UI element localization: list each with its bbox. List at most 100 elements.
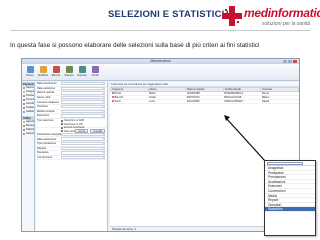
ribbon-button-label: Stampa xyxy=(64,74,74,77)
close-window-button[interactable] xyxy=(293,60,297,63)
ribbon-button-elimina[interactable]: Elimina xyxy=(50,66,62,77)
nav-bullet-icon xyxy=(23,125,25,127)
sidebar-item[interactable]: Statistiche xyxy=(22,110,34,114)
ribbon-button-modifica[interactable]: Modifica xyxy=(37,66,49,77)
zoom-select-field[interactable] xyxy=(265,161,315,166)
table-cell: Napoli xyxy=(260,99,299,104)
minimize-button[interactable] xyxy=(283,60,287,63)
results-table: Cognome Nome Data di nascita Codice fiscale… xyxy=(110,87,299,104)
table-cell: VRDLCU65S23... xyxy=(223,99,261,104)
edit-icon xyxy=(39,66,47,73)
checkbox[interactable] xyxy=(61,123,63,126)
delete-icon xyxy=(52,66,60,73)
filter-dropdown[interactable] xyxy=(61,132,105,137)
filter-dropdown[interactable] xyxy=(61,137,105,141)
logo-tagline: soluzioni per la sanità xyxy=(262,21,311,27)
ribbon-button-label: Nuovo xyxy=(26,74,34,77)
filter-dropdown[interactable] xyxy=(61,91,105,95)
filter-label: Data variazione xyxy=(37,86,56,90)
filter-dropdown[interactable] xyxy=(61,155,105,160)
filter-group-label: Tipo selezione xyxy=(37,118,54,122)
filter-row: Convenzione xyxy=(36,155,107,161)
window-controls xyxy=(283,60,297,63)
left-navigation: Pazienti Ricerca pazientiAnagraficaPrest… xyxy=(22,82,35,231)
nav-bullet-icon xyxy=(23,95,25,97)
nav-bullet-icon xyxy=(23,129,25,131)
print-icon xyxy=(65,66,73,73)
sidebar-item-label: Anagrafica xyxy=(26,90,34,93)
sidebar-item-label: Ricerca pazienti xyxy=(26,86,34,89)
nav-bullet-icon xyxy=(23,91,25,93)
export-icon xyxy=(78,66,86,73)
cell-value: 05/07/1972 xyxy=(186,96,200,99)
zoom-dropdown-panel: Anagrafica Prestazioni Prenotazioni Accetta… xyxy=(264,160,316,236)
logo-brand-text: medinformatica xyxy=(244,6,320,20)
record-status-icon xyxy=(111,100,114,102)
nav-bullet-icon xyxy=(23,107,25,109)
cell-value: Luca xyxy=(149,100,155,103)
nav-bullet-icon xyxy=(23,133,25,135)
cell-value: 23/11/1965 xyxy=(186,100,200,103)
filter-dropdown[interactable] xyxy=(61,151,105,155)
filter-dropdown[interactable] xyxy=(61,146,105,151)
app-window: Manutenzioni Nuovo Modifica Elimina Stampa E… xyxy=(21,58,300,232)
sidebar-item-label: Statistiche xyxy=(26,110,34,113)
cell-value: VRDLCU65S23... xyxy=(224,100,245,103)
table-cell: Luca xyxy=(148,99,186,104)
sidebar-item-label: Scadenziario xyxy=(26,106,34,109)
nav-bullet-icon xyxy=(23,99,25,101)
cell-value: Bianchi xyxy=(114,96,124,99)
checkbox[interactable] xyxy=(61,126,63,129)
filter-dropdown[interactable] xyxy=(61,105,105,109)
filter-dropdown[interactable] xyxy=(61,114,105,118)
cell-value: BNCGLI72L45... xyxy=(224,96,244,99)
ribbon-button-stampa[interactable]: Stampa xyxy=(63,66,75,77)
slide-title: SELEZIONI E STATISTICHE xyxy=(108,9,236,20)
ribbon-button-label: Esporta xyxy=(77,74,87,77)
filter-label: Tipo prestazione xyxy=(37,142,57,146)
filter-option-group: Tipo selezione Selezione in AND Selezione… xyxy=(36,118,107,133)
ribbon-button-label: Chiudi xyxy=(91,74,99,77)
sidebar-item-label: Accettazione xyxy=(26,102,34,105)
ribbon-button-esporta[interactable]: Esporta xyxy=(76,66,88,77)
table-row[interactable]: Verdi Luca 23/11/1965 VRDLCU65S23... Napoli xyxy=(110,99,299,104)
filter-label: Esenzione xyxy=(37,114,50,118)
sidebar-item[interactable]: Selezioni xyxy=(22,132,34,136)
ribbon-button-nuovo[interactable]: Nuovo xyxy=(24,66,36,77)
sidebar-item-label: Tabelle xyxy=(26,128,34,131)
filter-dropdown[interactable] xyxy=(61,95,105,100)
filter-dropdown[interactable] xyxy=(61,100,105,104)
ribbon-button-label: Elimina xyxy=(51,74,61,77)
cell-value: Giulia xyxy=(149,96,156,99)
filter-label: Medico curante xyxy=(37,109,55,113)
header-divider xyxy=(10,30,310,31)
dropdown-option[interactable]: Statistiche xyxy=(265,207,315,212)
ribbon-toolbar: Nuovo Modifica Elimina Stampa Esporta Chiudi xyxy=(22,64,299,81)
checkbox[interactable] xyxy=(61,119,63,122)
sidebar-item-label: Selezioni xyxy=(26,132,34,135)
cell-value: Napoli xyxy=(261,100,270,103)
cell-value: Roma xyxy=(261,92,269,95)
filter-dropdown[interactable] xyxy=(61,86,105,91)
table-cell: Verdi xyxy=(110,99,149,104)
filter-label: Convenzione xyxy=(37,156,53,160)
window-title: Manutenzioni xyxy=(150,59,171,63)
ribbon-button-label: Modifica xyxy=(38,74,48,77)
slide-header: SELEZIONI E STATISTICHE medinformatica s… xyxy=(0,0,320,32)
record-status-icon xyxy=(111,96,114,98)
cell-value: Mario xyxy=(149,92,156,95)
sidebar-item-label: Messaggi xyxy=(26,124,34,127)
cell-value: Milano xyxy=(261,96,270,99)
filter-dropdown[interactable] xyxy=(61,142,105,146)
filter-dropdown[interactable] xyxy=(61,109,105,114)
sidebar-item-label: Agenda xyxy=(26,120,34,123)
filter-label: Data esecuzione xyxy=(37,137,57,141)
filter-label: Data inserimento xyxy=(37,82,57,86)
maximize-button[interactable] xyxy=(288,60,292,63)
filter-dropdown[interactable] xyxy=(61,82,105,86)
ribbon-button-chiudi[interactable]: Chiudi xyxy=(89,66,101,77)
table-cell: 23/11/1965 xyxy=(185,99,224,104)
close-icon xyxy=(91,66,99,73)
filter-label: Provincia xyxy=(37,105,48,109)
cell-value: Verdi xyxy=(114,100,121,103)
